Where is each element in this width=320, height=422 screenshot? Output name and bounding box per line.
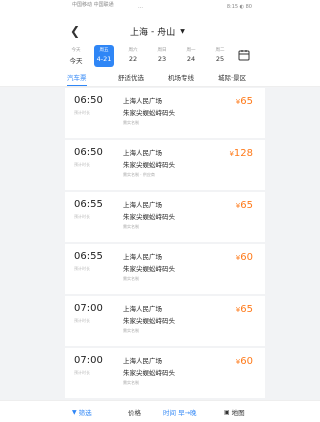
filter-icon: ▼ xyxy=(72,408,77,416)
origin-station: 上海人民广场 xyxy=(123,253,162,261)
destination-station: 朱家尖蜈蚣峙码头 xyxy=(123,109,175,117)
date-selector: 今天 今天 周五 4-21 周六 22 周日 23 周一 24 周二 25 xyxy=(0,44,320,69)
trip-tags: 需实名制 xyxy=(123,328,139,333)
trip-list: 06:50 预计时长 上海人民广场 朱家尖蜈蚣峙码头 需实名制 ¥65 06:5… xyxy=(65,88,265,400)
origin-station: 上海人民广场 xyxy=(123,97,162,105)
duration-text: 预计时长 xyxy=(74,214,90,219)
date-weekday: 周二 xyxy=(215,48,225,53)
route-from: 上海 xyxy=(130,28,149,38)
bottom-toolbar: ▼ 筛选 价格 时间 早→晚 ▣ 地图 xyxy=(0,400,320,422)
price-value: 65 xyxy=(240,304,253,315)
tab-comfort[interactable]: 舒适优选 xyxy=(118,72,144,82)
price: ¥60 xyxy=(236,252,253,263)
date-item[interactable]: 周二 25 xyxy=(210,45,230,67)
date-weekday: 今天 xyxy=(71,48,81,53)
destination-station: 朱家尖蜈蚣峙码头 xyxy=(123,369,175,377)
destination-station: 朱家尖蜈蚣峙码头 xyxy=(123,265,175,273)
origin-station: 上海人民广场 xyxy=(123,357,162,365)
price: ¥128 xyxy=(229,148,253,159)
calendar-icon[interactable] xyxy=(238,49,250,61)
filter-label: 筛选 xyxy=(78,409,92,417)
status-bar: 中国移动 中国联通 … 8:15 ◐ 80 xyxy=(0,0,320,18)
origin-station: 上海人民广场 xyxy=(123,305,162,313)
duration-text: 预计时长 xyxy=(74,266,90,271)
departure-time: 07:00 xyxy=(74,303,103,314)
date-weekday: 周一 xyxy=(186,48,196,53)
destination-station: 朱家尖蜈蚣峙码头 xyxy=(123,317,175,325)
date-weekday: 周日 xyxy=(157,48,167,53)
tab-airport[interactable]: 机场专线 xyxy=(168,72,194,82)
time-sort-button[interactable]: 时间 早→晚 xyxy=(163,407,197,417)
map-icon: ▣ xyxy=(224,408,230,416)
duration-text: 预计时长 xyxy=(74,162,90,167)
price-value: 128 xyxy=(233,148,253,159)
date-item-selected[interactable]: 周五 4-21 xyxy=(94,45,114,67)
departure-time: 06:50 xyxy=(74,147,103,158)
price: ¥65 xyxy=(236,200,253,211)
price-value: 65 xyxy=(240,200,253,211)
route-to: 舟山 xyxy=(157,28,176,38)
date-day: 25 xyxy=(215,55,225,63)
route-separator: - xyxy=(151,26,155,37)
trip-tags: 需实名制 · 供应商 xyxy=(123,172,155,177)
route-title[interactable]: 上海 - 舟山 ▼ xyxy=(130,25,185,39)
tab-bus-ticket[interactable]: 汽车票 xyxy=(67,72,87,86)
departure-time: 06:50 xyxy=(74,95,103,106)
tab-bar: 汽车票 舒适优选 机场专线 城际·景区 xyxy=(0,69,320,87)
status-right: 8:15 ◐ 80 xyxy=(226,4,252,10)
map-button[interactable]: ▣ 地图 xyxy=(224,407,245,418)
back-arrow-icon[interactable]: ❮ xyxy=(70,24,82,38)
time-sort-label: 时间 早→晚 xyxy=(163,409,197,417)
departure-time: 07:00 xyxy=(74,355,103,366)
status-center: … xyxy=(138,4,143,10)
trip-tags: 需实名制 xyxy=(123,224,139,229)
date-day: 今天 xyxy=(69,57,83,65)
duration-text: 预计时长 xyxy=(74,318,90,323)
tab-intercity[interactable]: 城际·景区 xyxy=(218,72,246,82)
trip-tags: 需实名制 xyxy=(123,120,139,125)
trip-tags: 需实名制 xyxy=(123,276,139,281)
destination-station: 朱家尖蜈蚣峙码头 xyxy=(123,161,175,169)
trip-card[interactable]: 06:50 预计时长 上海人民广场 朱家尖蜈蚣峙码头 需实名制 ¥65 xyxy=(65,88,265,138)
price: ¥65 xyxy=(236,96,253,107)
header: ❮ 上海 - 舟山 ▼ xyxy=(0,18,320,44)
origin-station: 上海人民广场 xyxy=(123,201,162,209)
date-item[interactable]: 周一 24 xyxy=(181,45,201,67)
date-weekday: 周五 xyxy=(99,48,109,53)
trip-card[interactable]: 06:55 预计时长 上海人民广场 朱家尖蜈蚣峙码头 需实名制 ¥60 xyxy=(65,244,265,294)
trip-card[interactable]: 07:00 预计时长 上海人民广场 朱家尖蜈蚣峙码头 需实名制 ¥60 xyxy=(65,348,265,398)
app-root: 中国移动 中国联通 … 8:15 ◐ 80 ❮ 上海 - 舟山 ▼ 今天 今天 … xyxy=(0,0,320,422)
carrier-text: 中国移动 中国联通 xyxy=(72,2,114,8)
trip-card[interactable]: 06:50 预计时长 上海人民广场 朱家尖蜈蚣峙码头 需实名制 · 供应商 ¥1… xyxy=(65,140,265,190)
departure-time: 06:55 xyxy=(74,251,103,262)
price: ¥60 xyxy=(236,356,253,367)
origin-station: 上海人民广场 xyxy=(123,149,162,157)
date-weekday: 周六 xyxy=(128,48,138,53)
trip-tags: 需实名制 xyxy=(123,380,139,385)
date-day: 24 xyxy=(186,55,196,63)
departure-time: 06:55 xyxy=(74,199,103,210)
price-sort-button[interactable]: 价格 xyxy=(128,407,141,417)
price-value: 65 xyxy=(240,96,253,107)
filter-button[interactable]: ▼ 筛选 xyxy=(72,407,92,418)
duration-text: 预计时长 xyxy=(74,370,90,375)
caret-down-icon: ▼ xyxy=(180,28,185,35)
trip-card[interactable]: 07:00 预计时长 上海人民广场 朱家尖蜈蚣峙码头 需实名制 ¥65 xyxy=(65,296,265,346)
date-day: 22 xyxy=(128,55,138,63)
price-sort-label: 价格 xyxy=(128,409,141,417)
destination-station: 朱家尖蜈蚣峙码头 xyxy=(123,213,175,221)
price-value: 60 xyxy=(240,252,253,263)
trip-card[interactable]: 06:55 预计时长 上海人民广场 朱家尖蜈蚣峙码头 需实名制 ¥65 xyxy=(65,192,265,242)
duration-text: 预计时长 xyxy=(74,110,90,115)
map-label: 地图 xyxy=(231,409,245,417)
date-item[interactable]: 周日 23 xyxy=(152,45,172,67)
price-value: 60 xyxy=(240,356,253,367)
date-item[interactable]: 周六 22 xyxy=(123,45,143,67)
price: ¥65 xyxy=(236,304,253,315)
date-day: 4-21 xyxy=(96,55,112,63)
date-day: 23 xyxy=(157,55,167,63)
date-item[interactable]: 今天 今天 xyxy=(66,45,86,67)
